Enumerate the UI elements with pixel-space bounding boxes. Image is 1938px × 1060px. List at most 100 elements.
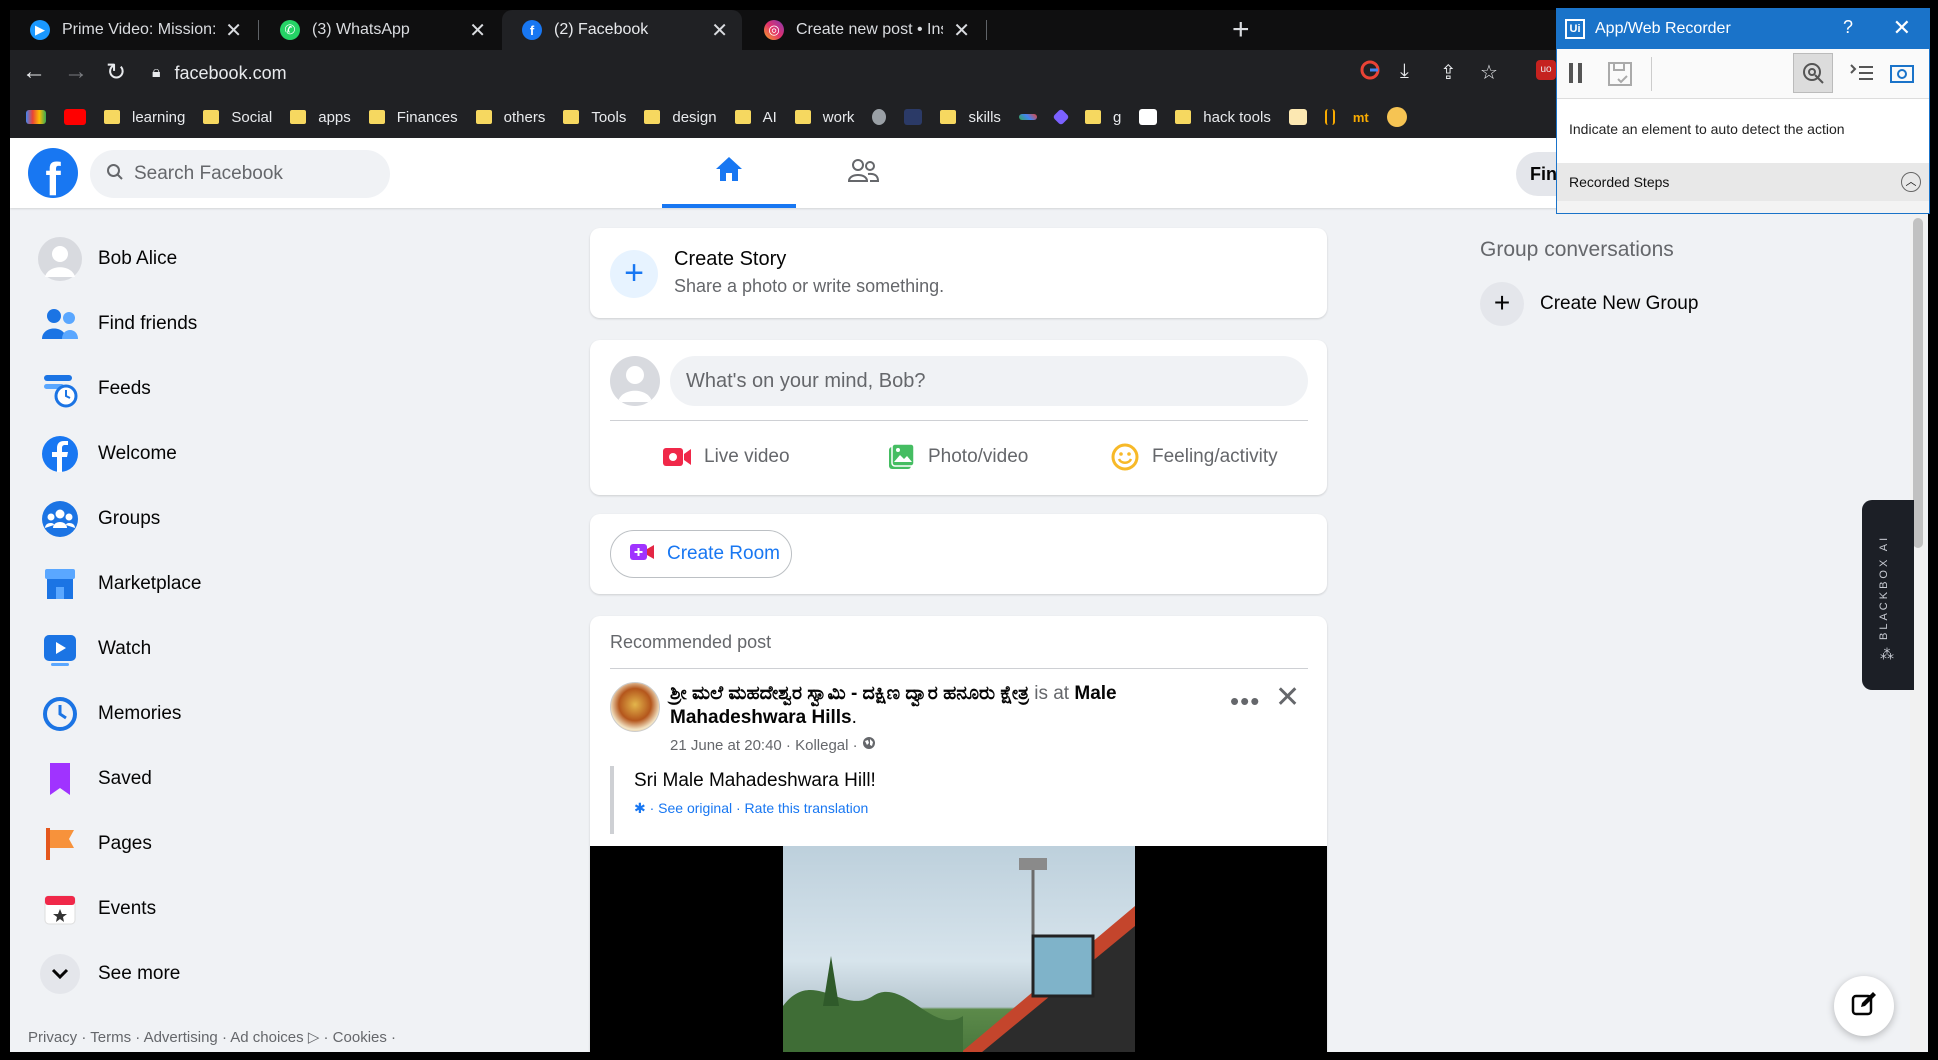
status-input[interactable]: What's on your mind, Bob? <box>670 356 1308 406</box>
bookmark-learning[interactable]: learning <box>104 109 185 126</box>
friends-tab[interactable] <box>796 138 930 208</box>
install-icon[interactable]: ⤓ <box>1400 60 1409 83</box>
sidebar-item-profile[interactable]: Bob Alice <box>26 226 426 291</box>
close-tab-icon[interactable]: ✕ <box>953 18 970 43</box>
photo-video-button[interactable]: Photo/video <box>886 432 1028 482</box>
live-video-button[interactable]: Live video <box>662 432 790 482</box>
tab-prime-video[interactable]: ▶ Prime Video: Mission: Impossible ✕ <box>10 10 256 50</box>
folder-icon <box>734 110 751 124</box>
bookmark-skills[interactable]: skills <box>940 109 1001 126</box>
sidebar-item-welcome[interactable]: Welcome <box>26 421 426 486</box>
sidebar-item-saved[interactable]: Saved <box>26 746 426 811</box>
r-app-icon[interactable] <box>1139 109 1158 125</box>
feeling-activity-button[interactable]: Feeling/activity <box>1110 432 1278 482</box>
bookmark-apps[interactable]: apps <box>290 109 351 126</box>
bookmark-app-icon[interactable] <box>904 109 923 125</box>
bookmark-g[interactable]: g <box>1084 109 1121 126</box>
chart-icon[interactable] <box>1018 114 1037 120</box>
post-text: Sri Male Mahadeshwara Hill! <box>634 770 876 791</box>
address-bar[interactable]: 🔒︎ facebook.com <box>152 56 1552 90</box>
folder-icon <box>1175 110 1192 124</box>
apple-icon[interactable] <box>872 109 887 125</box>
bookmark-mt[interactable]: mt <box>1353 110 1369 125</box>
chevron-up-icon[interactable]: ︿ <box>1901 172 1921 192</box>
tab-facebook[interactable]: f (2) Facebook ✕ <box>502 10 742 50</box>
ublock-icon[interactable]: uo <box>1536 60 1556 80</box>
sidebar-item-events[interactable]: Events <box>26 876 426 941</box>
globe-icon <box>862 737 876 754</box>
bookmark-design[interactable]: design <box>644 109 717 126</box>
bookmark-work[interactable]: work <box>794 109 854 126</box>
save-icon[interactable] <box>1607 61 1633 92</box>
bookmark-ai[interactable]: AI <box>734 109 777 126</box>
diamond-icon[interactable] <box>1052 108 1070 126</box>
marketplace-icon <box>38 562 82 606</box>
pause-icon[interactable] <box>1567 61 1585 90</box>
tab-instagram[interactable]: ◎ Create new post • Instagram ✕ <box>744 10 984 50</box>
blackbox-ai-widget[interactable]: BLACKBOX AI ⁂ <box>1862 500 1914 690</box>
doc-icon[interactable] <box>1288 109 1307 125</box>
sidebar-item-feeds[interactable]: Feeds <box>26 356 426 421</box>
search-input[interactable]: Search Facebook <box>90 150 390 198</box>
close-icon[interactable]: ✕ <box>1275 680 1300 715</box>
new-message-button[interactable] <box>1834 976 1894 1036</box>
facebook-logo-icon[interactable]: f <box>28 148 78 198</box>
avatar[interactable] <box>610 356 660 406</box>
translation-link[interactable]: · See original · Rate this translation <box>650 800 869 816</box>
create-room-button[interactable]: Create Room <box>610 530 792 578</box>
create-story-card[interactable]: + Create Story Share a photo or write so… <box>590 228 1327 318</box>
tab-whatsapp[interactable]: ✆ (3) WhatsApp ✕ <box>260 10 500 50</box>
home-tab[interactable] <box>662 138 796 208</box>
help-icon[interactable]: ? <box>1843 17 1853 38</box>
hugging-face-icon[interactable] <box>1386 107 1407 127</box>
more-options-icon[interactable]: ••• <box>1230 686 1260 717</box>
sidebar-item-see-more[interactable]: See more <box>26 941 426 1006</box>
star-icon[interactable]: ☆ <box>1480 60 1498 85</box>
footer-links[interactable]: Privacy · Terms · Advertising · Ad choic… <box>28 1028 396 1046</box>
close-icon[interactable]: ✕ <box>1893 15 1911 41</box>
bookmark-tools[interactable]: Tools <box>563 109 626 126</box>
page-avatar[interactable] <box>610 682 660 732</box>
facebook-icon: f <box>522 20 542 40</box>
app-web-recorder: Ui App/Web Recorder ? ✕ Indicate an elem… <box>1556 8 1930 214</box>
bookmark-finances[interactable]: Finances <box>368 109 458 126</box>
saved-icon <box>38 757 82 801</box>
close-tab-icon[interactable]: ✕ <box>225 18 242 43</box>
new-tab-button[interactable]: + <box>1232 14 1250 46</box>
steps-list-icon[interactable] <box>1849 61 1875 90</box>
sidebar-item-pages[interactable]: Pages <box>26 811 426 876</box>
post-timestamp[interactable]: 21 June at 20:40 · Kollegal · <box>670 737 858 754</box>
forward-icon[interactable]: → <box>64 58 88 86</box>
post-video[interactable] <box>590 846 1327 1052</box>
close-tab-icon[interactable]: ✕ <box>469 18 486 43</box>
sidebar-item-marketplace[interactable]: Marketplace <box>26 551 426 616</box>
sidebar-item-watch[interactable]: Watch <box>26 616 426 681</box>
share-icon[interactable]: ⇪ <box>1440 60 1457 85</box>
author-name[interactable]: ಶ್ರೀ ಮಲೆ ಮಹದೇಶ್ವರ ಸ್ವಾಮಿ - ದಕ್ಷಿಣ ದ್ವಾರ … <box>670 683 1029 704</box>
sidebar-item-memories[interactable]: Memories <box>26 681 426 746</box>
reload-icon[interactable]: ↻ <box>106 58 126 87</box>
bookmark-others[interactable]: others <box>475 109 545 126</box>
video-camera-icon <box>629 542 655 567</box>
create-new-group-button[interactable]: + Create New Group <box>1480 282 1698 326</box>
bookmark-social[interactable]: Social <box>203 109 272 126</box>
post-header: Recommended post <box>610 632 772 652</box>
screenshot-icon[interactable] <box>1889 61 1915 90</box>
gmail-icon[interactable] <box>26 110 46 124</box>
recommended-post: Recommended post ಶ್ರೀ ಮಲೆ ಮಹದೇಶ್ವರ ಸ್ವಾಮ… <box>590 616 1327 1052</box>
toolbar-divider <box>1651 57 1652 91</box>
photo-icon <box>886 443 916 471</box>
youtube-icon[interactable] <box>64 109 86 125</box>
recorded-steps-header[interactable]: Recorded Steps ︿ <box>1557 163 1929 201</box>
bookmark-hack-tools[interactable]: hack tools <box>1175 109 1271 126</box>
sidebar-item-groups[interactable]: Groups <box>26 486 426 551</box>
scrollbar-thumb[interactable] <box>1913 218 1923 548</box>
road-icon[interactable] <box>1324 109 1335 125</box>
sidebar-item-find-friends[interactable]: Find friends <box>26 291 426 356</box>
close-tab-icon[interactable]: ✕ <box>711 18 728 43</box>
back-icon[interactable]: ← <box>22 58 46 86</box>
action-label: Feeling/activity <box>1152 446 1278 467</box>
google-icon[interactable] <box>1360 60 1380 86</box>
target-icon[interactable] <box>1793 53 1833 93</box>
facebook-icon <box>38 432 82 476</box>
